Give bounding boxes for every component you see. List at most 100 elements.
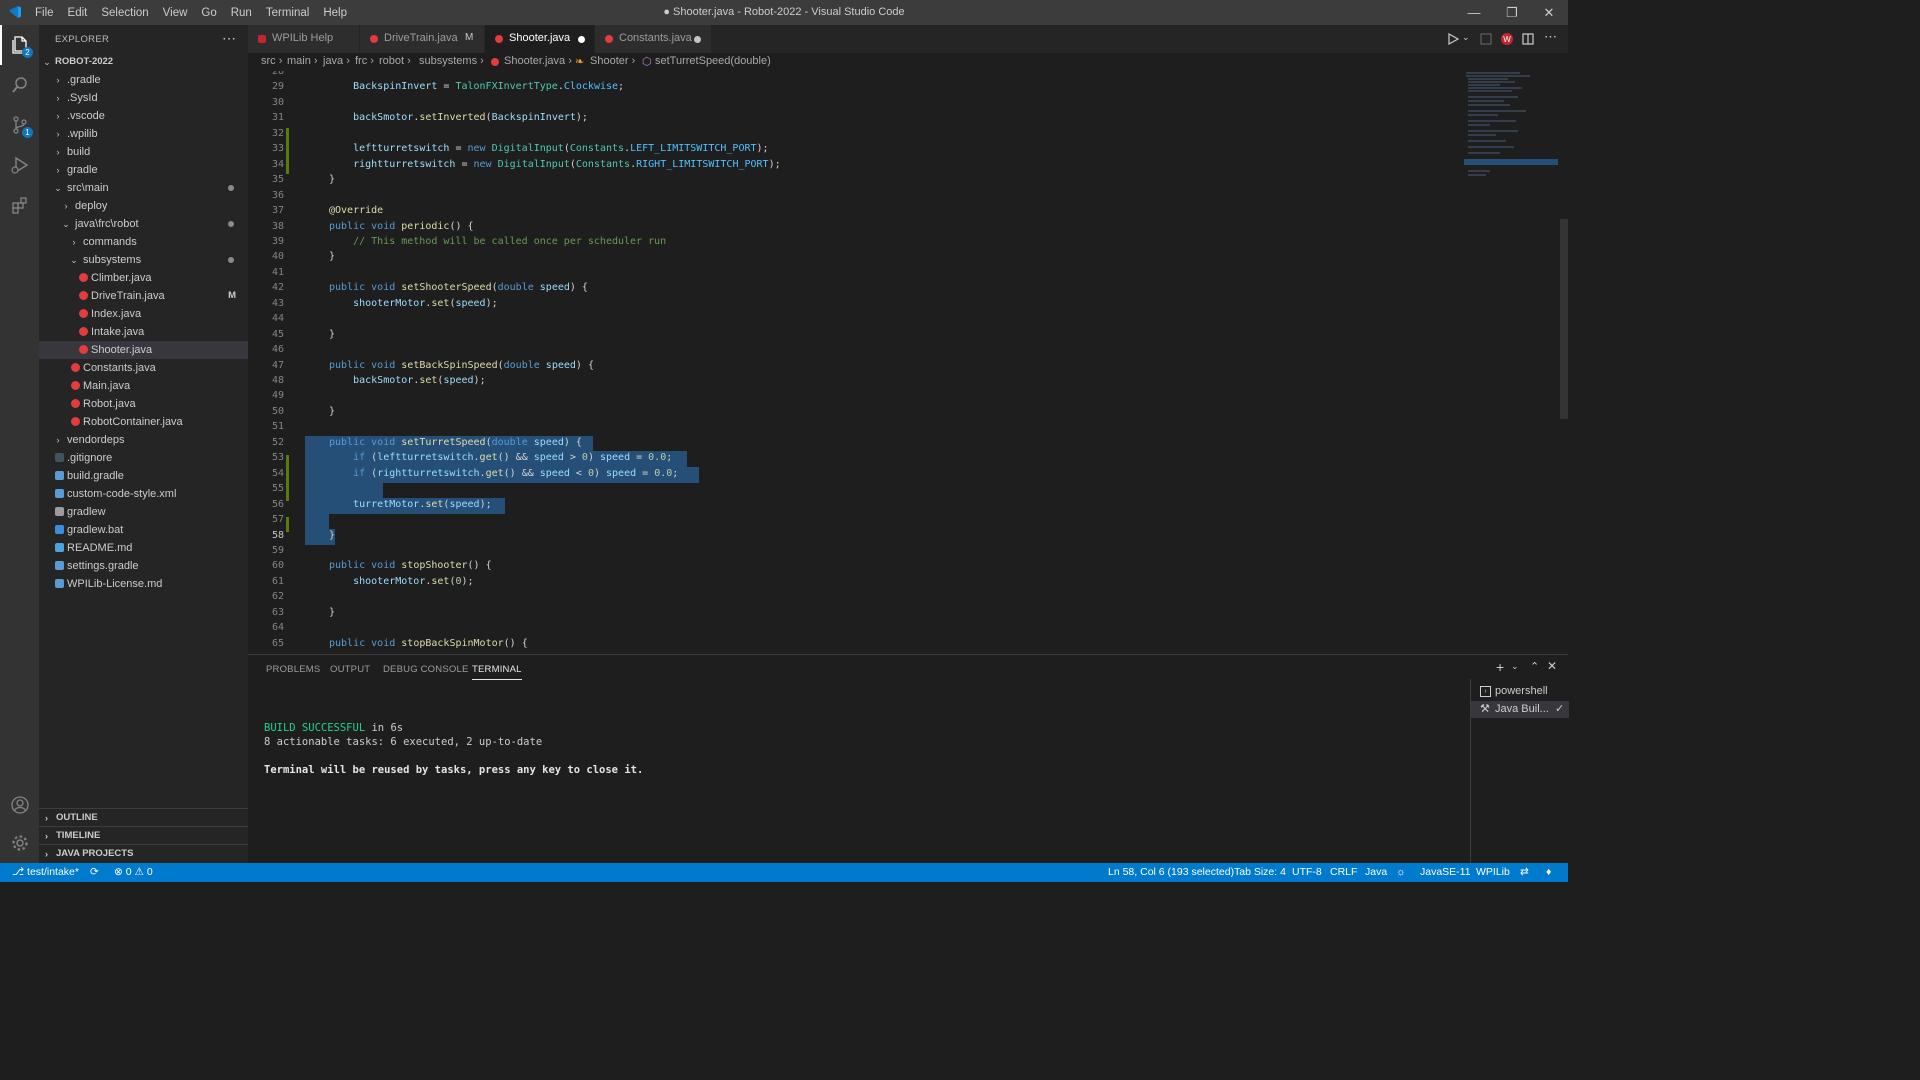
encoding[interactable]: UTF-8: [1292, 866, 1322, 878]
run-debug-icon[interactable]: [0, 145, 39, 185]
workspace-root[interactable]: ⌄ ROBOT-2022: [39, 53, 248, 71]
maximize-panel-icon[interactable]: ⌃: [1530, 660, 1539, 673]
accounts-icon[interactable]: [0, 785, 39, 825]
tree-folder[interactable]: › gradle: [39, 161, 248, 179]
menu-selection[interactable]: Selection: [94, 7, 155, 19]
breadcrumb-item[interactable]: src ›: [261, 55, 282, 67]
menu-terminal[interactable]: Terminal: [259, 7, 316, 19]
editor-scrollbar[interactable]: [1558, 71, 1568, 654]
unsaved-dot-icon[interactable]: [578, 36, 585, 43]
tree-file[interactable]: Constants.java: [39, 359, 248, 377]
tree-file[interactable]: Shooter.java: [39, 341, 248, 359]
tree-file[interactable]: DriveTrain.java M: [39, 287, 248, 305]
branch-indicator[interactable]: ⎇ test/intake*: [12, 866, 79, 878]
tree-folder[interactable]: ⌄ src\main: [39, 179, 248, 197]
language-mode[interactable]: Java: [1365, 866, 1387, 878]
breadcrumb-item[interactable]: Shooter ›: [590, 55, 635, 67]
live-share-icon[interactable]: ⇄: [1520, 866, 1529, 878]
split-run-icon[interactable]: [1480, 33, 1492, 45]
tree-file[interactable]: Index.java: [39, 305, 248, 323]
menu-view[interactable]: View: [156, 7, 195, 19]
tree-file[interactable]: RobotContainer.java: [39, 413, 248, 431]
tree-file[interactable]: custom-code-style.xml: [39, 485, 248, 503]
tab-constants[interactable]: Constants.java: [595, 25, 712, 53]
tree-folder[interactable]: › .SysId: [39, 89, 248, 107]
close-window-button[interactable]: ✕: [1530, 0, 1568, 25]
menu-run[interactable]: Run: [224, 7, 259, 19]
wpilib-status[interactable]: WPILib: [1476, 866, 1510, 878]
sync-icon[interactable]: ⟳: [90, 866, 99, 878]
tree-folder[interactable]: › .gradle: [39, 71, 248, 89]
tree-file[interactable]: .gitignore: [39, 449, 248, 467]
minimize-button[interactable]: —: [1455, 0, 1493, 25]
tree-file[interactable]: settings.gradle: [39, 557, 248, 575]
run-dropdown-icon[interactable]: ⌄: [1462, 32, 1470, 43]
restore-button[interactable]: ❐: [1493, 0, 1531, 25]
tree-folder[interactable]: › deploy: [39, 197, 248, 215]
minimap[interactable]: [1460, 71, 1558, 654]
tree-file[interactable]: Main.java: [39, 377, 248, 395]
tree-file[interactable]: gradlew.bat: [39, 521, 248, 539]
close-panel-icon[interactable]: ✕: [1547, 659, 1557, 673]
menu-go[interactable]: Go: [194, 7, 223, 19]
breadcrumb-item[interactable]: frc ›: [355, 55, 374, 67]
problems-indicator[interactable]: ⊗ 0 ⚠ 0: [114, 866, 153, 878]
end-of-line[interactable]: CRLF: [1330, 866, 1357, 878]
tree-folder[interactable]: › commands: [39, 233, 248, 251]
tree-folder[interactable]: ⌄ java\frc\robot: [39, 215, 248, 233]
tree-folder[interactable]: ⌄ subsystems: [39, 251, 248, 269]
tree-file[interactable]: WPILib-License.md: [39, 575, 248, 593]
source-control-icon[interactable]: 1: [0, 105, 39, 145]
tab-size[interactable]: Tab Size: 4: [1234, 866, 1286, 878]
tab-shooter[interactable]: Shooter.java: [485, 25, 595, 53]
unsaved-dot-icon[interactable]: [694, 36, 701, 43]
breadcrumb-item[interactable]: main ›: [287, 55, 318, 67]
tab-drivetrain[interactable]: DriveTrain.java M: [360, 25, 485, 53]
tree-folder[interactable]: › vendordeps: [39, 431, 248, 449]
chevron-down-icon[interactable]: ⌄: [1511, 661, 1519, 672]
run-icon[interactable]: [1447, 33, 1459, 45]
new-terminal-icon[interactable]: +: [1496, 659, 1504, 675]
tree-folder[interactable]: › .wpilib: [39, 125, 248, 143]
editor-more-actions-icon[interactable]: ⋯: [1544, 29, 1557, 45]
scrollbar-thumb[interactable]: [1560, 219, 1568, 419]
notifications-bell-icon[interactable]: ♦: [1546, 866, 1551, 878]
tree-file[interactable]: Climber.java: [39, 269, 248, 287]
breadcrumb-item[interactable]: subsystems ›: [419, 55, 484, 67]
tree-file[interactable]: Robot.java: [39, 395, 248, 413]
tab-debug-console[interactable]: DEBUG CONSOLE: [383, 664, 468, 675]
tab-output[interactable]: OUTPUT: [330, 664, 370, 675]
tab-problems[interactable]: PROBLEMS: [266, 664, 320, 675]
tree-file[interactable]: build.gradle: [39, 467, 248, 485]
menu-edit[interactable]: Edit: [61, 7, 95, 19]
wpilib-command-icon[interactable]: W: [1500, 32, 1514, 46]
timeline-section[interactable]: › TIMELINE: [39, 826, 248, 845]
java-projects-section[interactable]: › JAVA PROJECTS: [39, 844, 248, 863]
breadcrumb-item[interactable]: Shooter.java ›: [504, 55, 572, 67]
feedback-thumb-icon[interactable]: ☼: [1396, 866, 1406, 878]
more-actions-icon[interactable]: ⋯: [222, 30, 236, 47]
breadcrumb-item[interactable]: robot ›: [379, 55, 411, 67]
cursor-position[interactable]: Ln 58, Col 6 (193 selected): [1108, 866, 1234, 878]
tab-wpilib-help[interactable]: WPILib Help: [248, 25, 360, 53]
terminal-item-java-build[interactable]: ⚒ Java Buil... ✓: [1471, 701, 1569, 718]
manage-gear-icon[interactable]: [0, 823, 39, 863]
tree-folder[interactable]: › build: [39, 143, 248, 161]
breadcrumb-item[interactable]: setTurretSpeed(double): [655, 55, 771, 67]
terminal-item-powershell[interactable]: › powershell: [1471, 683, 1569, 700]
java-runtime[interactable]: JavaSE-11: [1420, 866, 1471, 878]
tree-file[interactable]: gradlew: [39, 503, 248, 521]
menu-help[interactable]: Help: [316, 7, 354, 19]
tab-terminal[interactable]: TERMINAL: [472, 664, 522, 680]
tree-file[interactable]: README.md: [39, 539, 248, 557]
split-editor-icon[interactable]: [1522, 33, 1534, 45]
menu-file[interactable]: File: [28, 7, 61, 19]
explorer-icon[interactable]: 2: [0, 25, 39, 65]
search-icon[interactable]: [0, 65, 39, 105]
tree-folder[interactable]: › .vscode: [39, 107, 248, 125]
code-editor[interactable]: 28 29 BackspinInvert = TalonFXInvertType.…: [248, 71, 1568, 654]
extensions-icon[interactable]: [0, 185, 39, 225]
breadcrumb-item[interactable]: java ›: [323, 55, 350, 67]
outline-section[interactable]: › OUTLINE: [39, 808, 248, 827]
tree-file[interactable]: Intake.java: [39, 323, 248, 341]
